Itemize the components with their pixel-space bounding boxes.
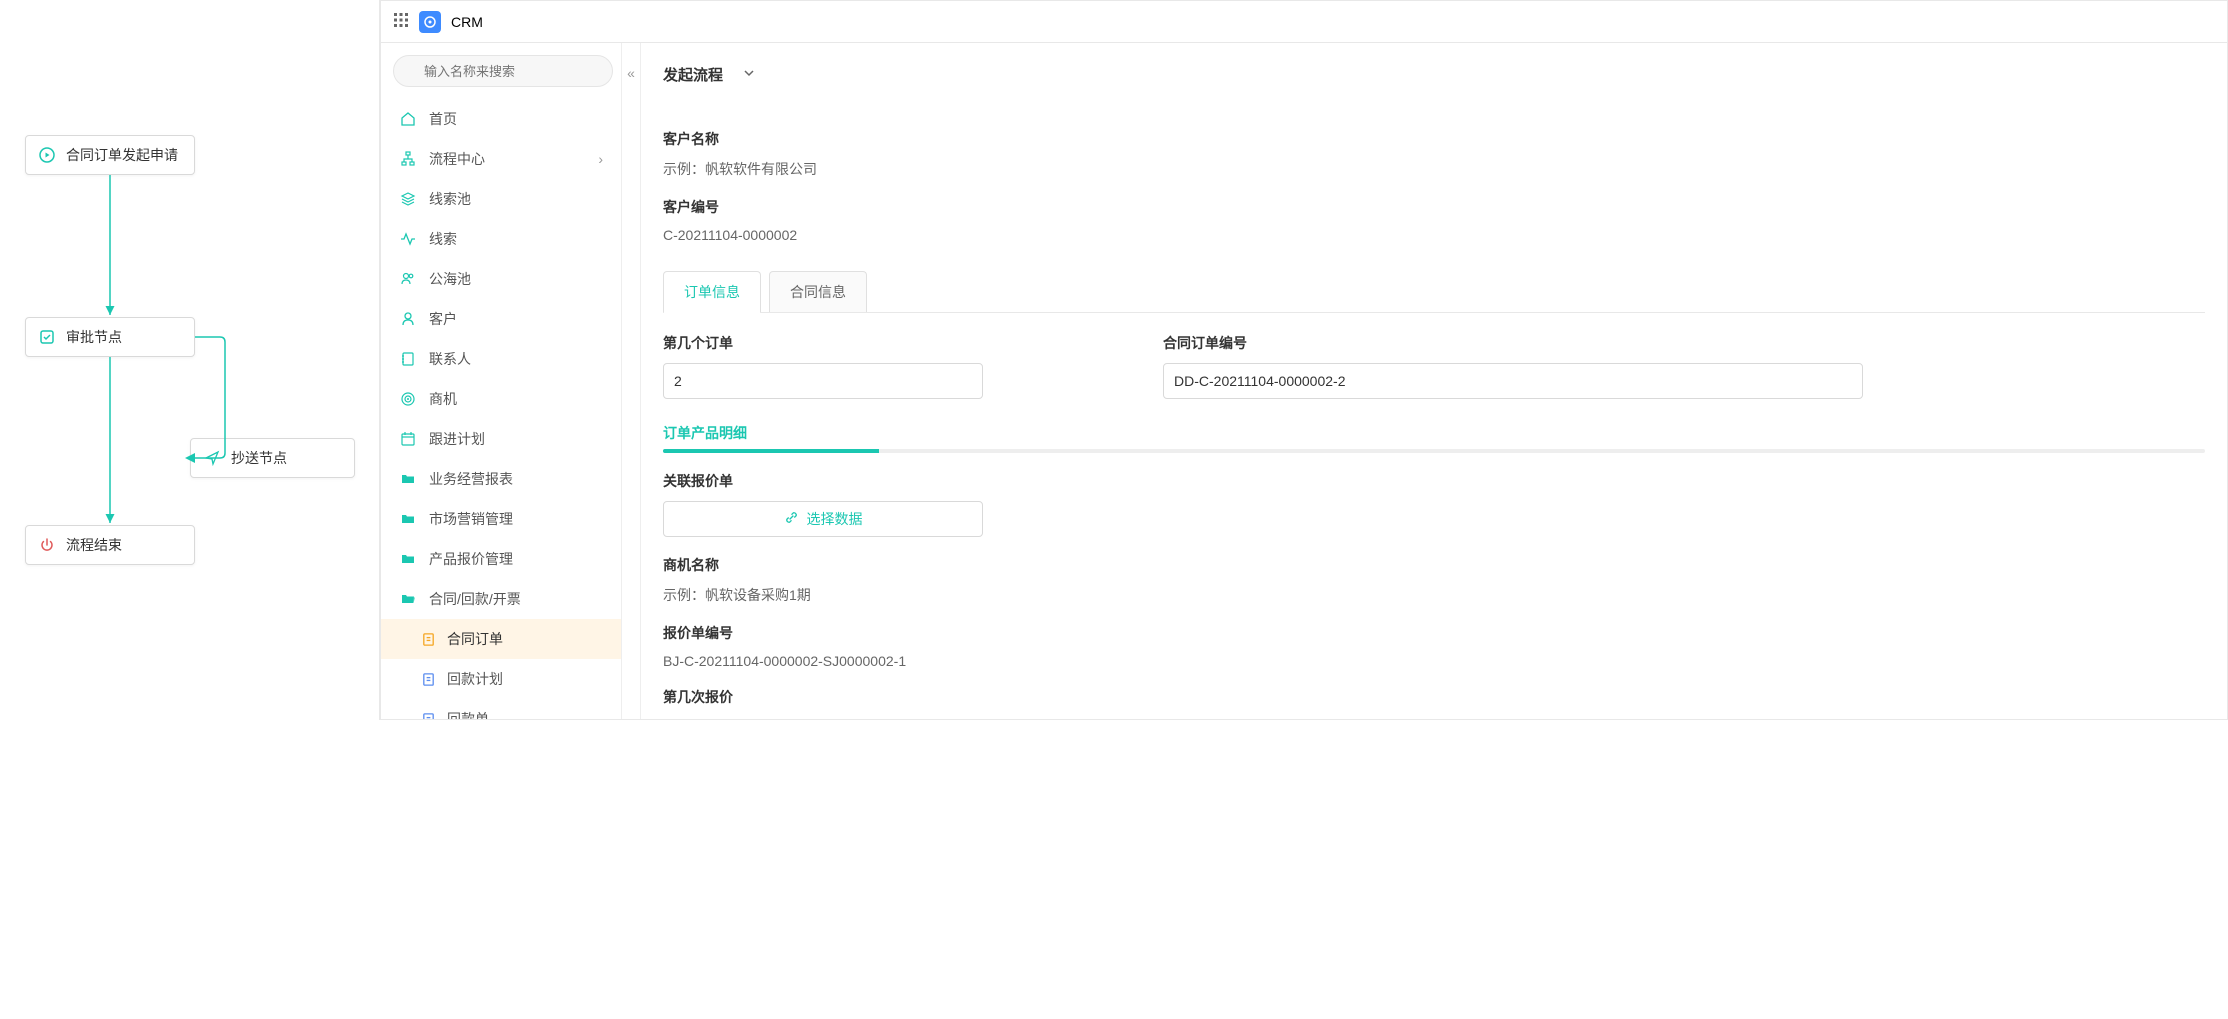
sidebar-item-pricing[interactable]: 产品报价管理 — [381, 539, 621, 579]
quote-link-label: 关联报价单 — [663, 471, 2205, 491]
chevron-down-icon — [743, 66, 755, 83]
customer-name-label: 客户名称 — [663, 129, 2205, 149]
flow-node-approval-label: 审批节点 — [66, 327, 122, 347]
select-data-button[interactable]: 选择数据 — [663, 501, 983, 537]
content-area: 发起流程 客户名称 示例：帆软软件有限公司 客户编号 C-20211104-00… — [641, 43, 2227, 719]
sitemap-icon — [399, 151, 417, 167]
workflow-dropdown[interactable]: 发起流程 — [663, 57, 755, 91]
sidebar-item-label: 业务经营报表 — [429, 469, 603, 489]
order-index-input[interactable] — [663, 363, 983, 399]
order-index-label: 第几个订单 — [663, 333, 1083, 353]
apps-grid-icon[interactable] — [393, 12, 409, 31]
progress-bar — [663, 449, 2205, 453]
sidebar-item-marketing[interactable]: 市场营销管理 — [381, 499, 621, 539]
sidebar-item-label: 线索池 — [429, 189, 603, 209]
brand-icon — [419, 11, 441, 33]
sidebar-subitem-label: 合同订单 — [447, 629, 503, 649]
tab-order-info[interactable]: 订单信息 — [663, 271, 761, 312]
layers-icon — [399, 191, 417, 207]
sidebar-item-workflow-center[interactable]: 流程中心 › — [381, 139, 621, 179]
sidebar-item-label: 产品报价管理 — [429, 549, 603, 569]
send-icon — [203, 449, 221, 467]
folder-icon — [399, 551, 417, 567]
contract-order-no-input[interactable] — [1163, 363, 1863, 399]
quote-index-label: 第几次报价 — [663, 687, 2205, 707]
sidebar-item-label: 市场营销管理 — [429, 509, 603, 529]
sidebar-item-label: 客户 — [429, 309, 603, 329]
sidebar-subitem-label: 回款计划 — [447, 669, 503, 689]
sidebar-subitem-payback[interactable]: 回款单 — [381, 699, 621, 719]
workflow-dropdown-label: 发起流程 — [663, 64, 723, 85]
sidebar-item-label: 商机 — [429, 389, 603, 409]
folder-icon — [399, 511, 417, 527]
calendar-icon — [399, 431, 417, 447]
sidebar-item-label: 流程中心 — [429, 149, 586, 169]
doc-icon — [419, 712, 437, 720]
customer-no-label: 客户编号 — [663, 197, 2205, 217]
flow-node-start-label: 合同订单发起申请 — [66, 145, 178, 165]
flow-node-approval[interactable]: 审批节点 — [25, 317, 195, 357]
doc-icon — [419, 632, 437, 647]
flowchart-panel: 合同订单发起申请 审批节点 抄送节点 流程结束 — [0, 0, 380, 720]
play-circle-icon — [38, 146, 56, 164]
quote-index-value: 1 — [663, 717, 2205, 719]
sidebar-item-label: 跟进计划 — [429, 429, 603, 449]
flow-node-start[interactable]: 合同订单发起申请 — [25, 135, 195, 175]
customer-name-value: 示例：帆软软件有限公司 — [663, 159, 2205, 179]
collapse-button[interactable]: « — [621, 43, 641, 719]
chevron-double-left-icon: « — [627, 65, 635, 81]
sidebar-item-contact[interactable]: 联系人 — [381, 339, 621, 379]
flow-node-end[interactable]: 流程结束 — [25, 525, 195, 565]
sidebar-item-leads[interactable]: 线索 — [381, 219, 621, 259]
sidebar-subitem-label: 回款单 — [447, 709, 489, 719]
sidebar-subitem-contract-order[interactable]: 合同订单 — [381, 619, 621, 659]
address-book-icon — [399, 351, 417, 367]
user-group-icon — [399, 271, 417, 287]
sidebar-item-leadpool[interactable]: 线索池 — [381, 179, 621, 219]
home-icon — [399, 111, 417, 127]
sidebar-item-contract-folder[interactable]: 合同/回款/开票 — [381, 579, 621, 619]
target-icon — [399, 391, 417, 407]
opportunity-label: 商机名称 — [663, 555, 2205, 575]
sidebar-item-label: 公海池 — [429, 269, 603, 289]
flow-node-cc[interactable]: 抄送节点 — [190, 438, 355, 478]
chevron-right-icon: › — [598, 151, 603, 167]
user-icon — [399, 311, 417, 327]
quote-no-value: BJ-C-20211104-0000002-SJ0000002-1 — [663, 653, 2205, 669]
power-icon — [38, 536, 56, 554]
header: CRM — [381, 1, 2227, 43]
flow-node-cc-label: 抄送节点 — [231, 448, 287, 468]
folder-icon — [399, 471, 417, 487]
tabs: 订单信息 合同信息 — [663, 271, 2205, 313]
sidebar-item-label: 合同/回款/开票 — [429, 589, 603, 609]
search-input[interactable] — [393, 55, 613, 87]
sidebar-subitem-payback-plan[interactable]: 回款计划 — [381, 659, 621, 699]
app-title: CRM — [451, 14, 483, 30]
sidebar-item-label: 首页 — [429, 109, 603, 129]
sidebar-item-bizreport[interactable]: 业务经营报表 — [381, 459, 621, 499]
opportunity-value: 示例：帆软设备采购1期 — [663, 585, 2205, 605]
contract-order-no-label: 合同订单编号 — [1163, 333, 1863, 353]
flow-node-end-label: 流程结束 — [66, 535, 122, 555]
pulse-icon — [399, 231, 417, 247]
flow-connectors — [0, 0, 379, 720]
sidebar: + 新建 首页 流程中心› 线索池 线索 公海池 客户 联系人 商机 跟进计划 … — [381, 43, 621, 719]
sidebar-item-label: 联系人 — [429, 349, 603, 369]
sidebar-item-publicsea[interactable]: 公海池 — [381, 259, 621, 299]
approval-icon — [38, 328, 56, 346]
link-icon — [784, 510, 799, 528]
tab-contract-info[interactable]: 合同信息 — [769, 271, 867, 312]
sidebar-item-opportunity[interactable]: 商机 — [381, 379, 621, 419]
sidebar-item-home[interactable]: 首页 — [381, 99, 621, 139]
detail-section-title: 订单产品明细 — [663, 423, 2205, 443]
quote-no-label: 报价单编号 — [663, 623, 2205, 643]
sidebar-item-followup[interactable]: 跟进计划 — [381, 419, 621, 459]
sidebar-item-label: 线索 — [429, 229, 603, 249]
sidebar-item-customer[interactable]: 客户 — [381, 299, 621, 339]
select-data-label: 选择数据 — [807, 509, 863, 529]
customer-no-value: C-20211104-0000002 — [663, 227, 2205, 243]
folder-open-icon — [399, 591, 417, 607]
doc-icon — [419, 672, 437, 687]
